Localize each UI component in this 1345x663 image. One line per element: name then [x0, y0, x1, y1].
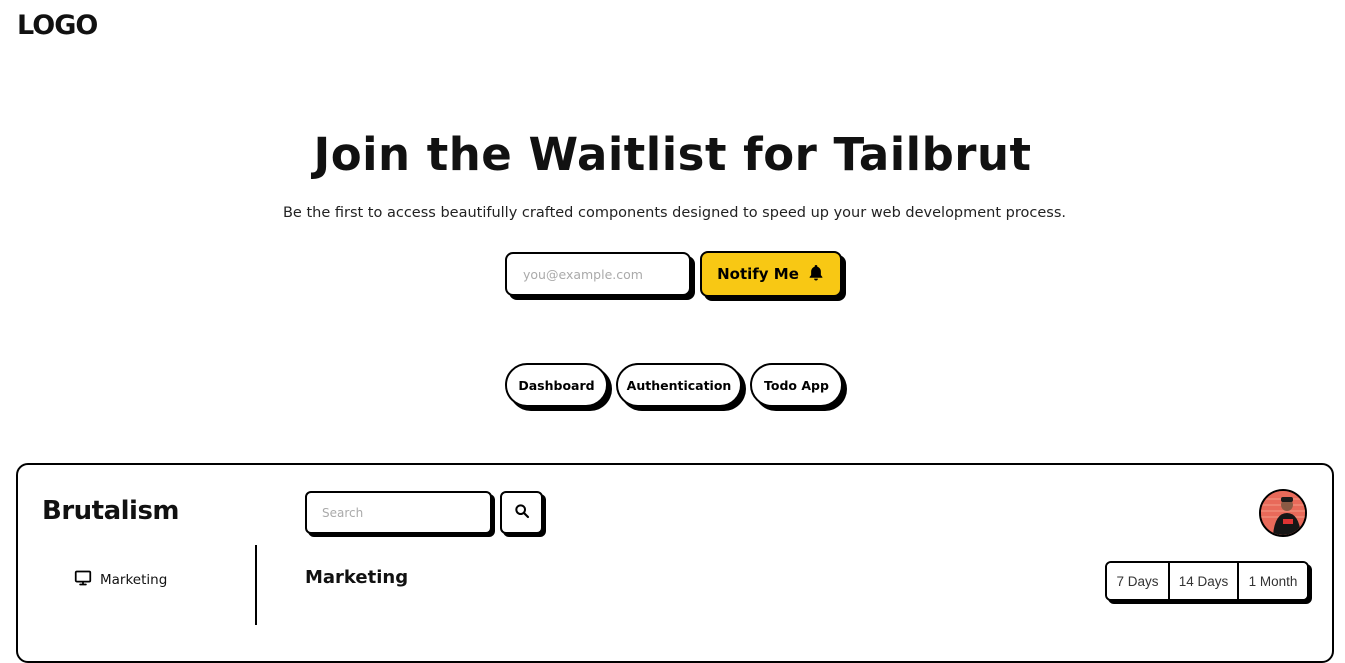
- brand-title: Brutalism: [42, 496, 180, 526]
- range-7-days[interactable]: 7 Days: [1107, 563, 1168, 599]
- page-subtitle: Be the first to access beautifully craft…: [282, 205, 1066, 221]
- bell-icon: [807, 263, 825, 286]
- email-field[interactable]: [505, 252, 691, 296]
- date-range-selector: 7 Days 14 Days 1 Month: [1105, 561, 1309, 601]
- avatar[interactable]: [1259, 489, 1307, 537]
- search-input[interactable]: [305, 491, 492, 534]
- range-1-month[interactable]: 1 Month: [1237, 563, 1307, 599]
- monitor-icon: [74, 570, 92, 590]
- tab-dashboard[interactable]: Dashboard: [505, 363, 608, 407]
- range-14-days[interactable]: 14 Days: [1168, 563, 1237, 599]
- tab-authentication[interactable]: Authentication: [616, 363, 742, 407]
- notify-me-label: Notify Me: [717, 265, 799, 283]
- logo[interactable]: LOGO: [17, 10, 98, 41]
- page-title: Join the Waitlist for Tailbrut: [313, 128, 1032, 181]
- search-icon: [514, 503, 530, 522]
- sidebar-item-marketing[interactable]: Marketing: [74, 570, 167, 590]
- search-button[interactable]: [500, 491, 543, 534]
- sidebar-item-label: Marketing: [100, 572, 168, 588]
- notify-me-button[interactable]: Notify Me: [700, 251, 842, 297]
- sidebar-divider: [255, 545, 257, 625]
- tab-todo-app[interactable]: Todo App: [750, 363, 843, 407]
- section-title: Marketing: [305, 567, 409, 588]
